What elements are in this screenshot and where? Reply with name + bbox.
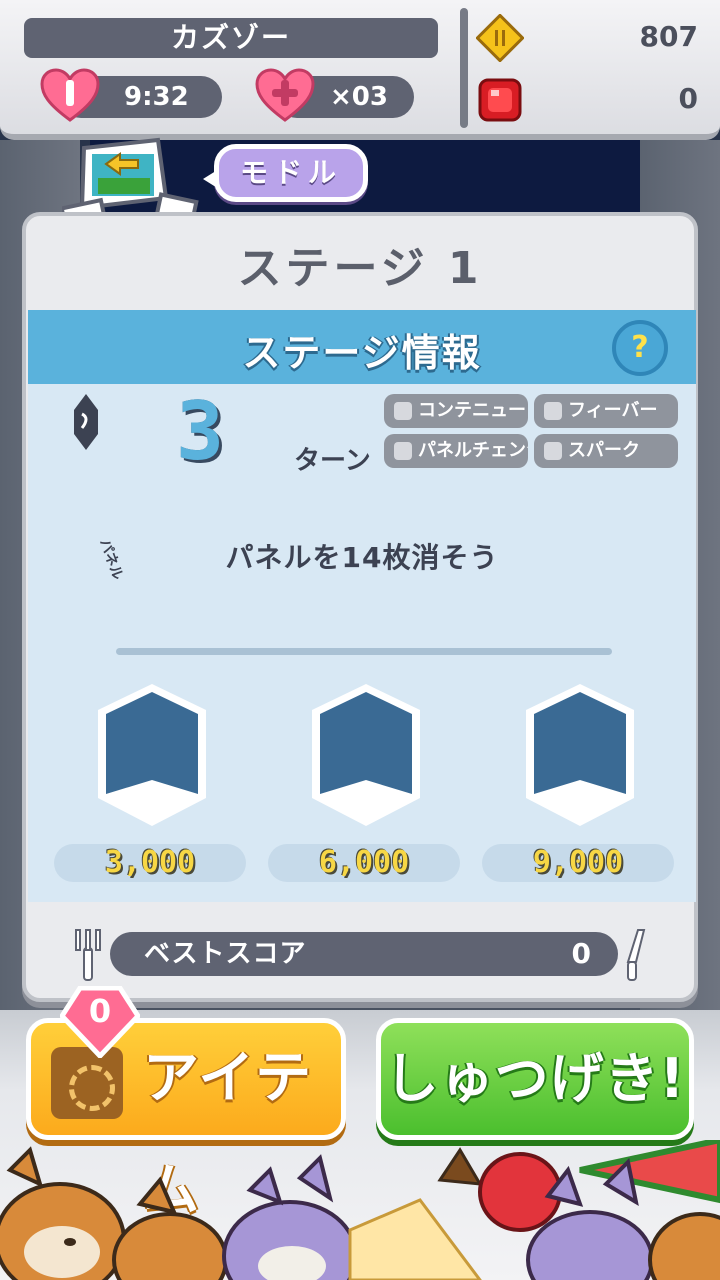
sortie-button[interactable]: しゅつげき! [376,1018,694,1140]
fever-icon [544,402,562,420]
turn-label: ターン [294,446,371,476]
score-target-3: 9,000 [482,844,674,882]
medal-silver-icon [312,684,420,826]
medal-gold-icon [526,684,634,826]
goal-text: パネルを14枚消そう [225,541,499,574]
back-button[interactable]: モドル [203,144,368,202]
skill-panel-change: パネルチェンジ [384,434,528,468]
gold-diamond-icon [476,14,524,62]
stage-info-panel: ステージ情報 ? 3 ターン コンテニュー フィーバー パネルチェンジ スパーク… [28,310,696,902]
help-button[interactable]: ? [612,320,668,376]
red-gem-icon [478,78,522,122]
stage-card: ステージ 1 ステージ情報 ? 3 ターン コンテニュー フィーバー パネルチェ… [22,212,698,1002]
stage-title: ステージ 1 [237,243,483,294]
turn-count: 3 [176,385,225,478]
player-name: カズゾー [24,18,438,58]
stage-info-header: ステージ情報 ? [28,310,696,384]
status-header: カズゾー 9:32 ×03 807 0 [0,0,720,140]
score-target-2: 6,000 [268,844,460,882]
header-divider [460,8,468,128]
stage-info-title: ステージ情報 [242,331,482,375]
gem-value: 0 [678,82,698,115]
skill-spark-label: スパーク [568,440,640,461]
best-score-label: ベストスコア [144,939,307,969]
heart-plus-icon[interactable] [255,68,315,124]
skill-panel-change-label: パネルチェンジ [418,440,528,461]
turn-tag-icon [74,394,98,450]
heart-icon [40,68,100,122]
gold-value: 807 [639,20,698,53]
divider [116,648,612,655]
best-score-bar: ベストスコア 0 [110,932,618,976]
panel-change-icon [394,442,412,460]
spark-icon [544,442,562,460]
skill-continue-label: コンテニュー [418,400,526,421]
medal-bronze-icon [98,684,206,826]
skill-fever-label: フィーバー [568,400,658,421]
score-target-1: 3,000 [54,844,246,882]
characters-illustration [0,1140,720,1280]
item-count: 0 [88,992,112,1030]
best-score-value: 0 [571,937,592,970]
knife-icon [626,929,646,981]
fork-icon [75,929,101,981]
continue-icon [394,402,412,420]
skill-continue: コンテニュー [384,394,528,428]
skill-fever: フィーバー [534,394,678,428]
skill-spark: スパーク [534,434,678,468]
